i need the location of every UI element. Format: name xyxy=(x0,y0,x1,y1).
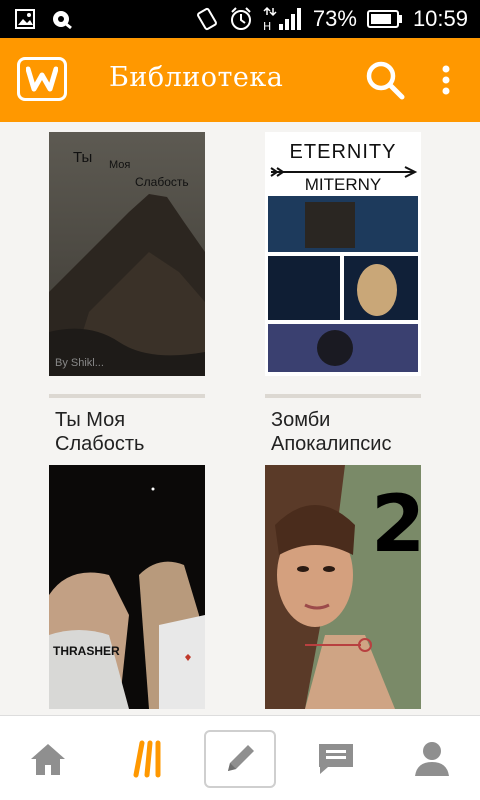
nav-messages-button[interactable] xyxy=(296,716,376,800)
cover-caption: By Shikl... xyxy=(55,357,104,369)
wattpad-logo-icon[interactable] xyxy=(17,57,67,101)
search-icon xyxy=(366,61,405,100)
app-bar: Библиотека xyxy=(0,38,480,122)
book-cover[interactable]: THRASHER xyxy=(49,465,205,709)
profile-icon xyxy=(415,741,449,776)
nav-profile-button[interactable] xyxy=(392,716,472,800)
pencil-icon xyxy=(228,745,254,771)
reading-progress xyxy=(265,394,421,398)
nav-library-button[interactable] xyxy=(106,716,186,800)
book-card[interactable]: THRASHER xyxy=(49,465,205,715)
nav-write-button[interactable] xyxy=(204,730,276,788)
nav-home-button[interactable] xyxy=(8,716,88,800)
cover-text: Моя xyxy=(109,159,130,171)
network-type-label: H xyxy=(263,20,271,32)
book-title[interactable]: Ты Моя Слабость xyxy=(55,408,215,456)
battery-icon xyxy=(366,9,403,29)
rotate-icon xyxy=(195,6,219,32)
book-card[interactable]: 2 xyxy=(265,465,421,715)
clock: 10:59 xyxy=(412,6,468,31)
cover-text: Слабость xyxy=(135,175,189,189)
reading-progress xyxy=(49,394,205,398)
chat-icon xyxy=(319,743,353,774)
library-grid: Ты Моя Слабость By Shikl... Ты Моя Слабо… xyxy=(0,122,480,715)
alarm-icon xyxy=(229,6,253,32)
search-button[interactable] xyxy=(364,59,406,101)
book-cover[interactable]: 2 xyxy=(265,465,421,709)
cover-text: Ты xyxy=(73,149,92,166)
cover-text: 2 xyxy=(371,480,421,570)
signal-icon: H xyxy=(263,6,303,32)
book-card[interactable]: ETERNITY MITERNY Зомби Апокалипсис xyxy=(265,132,421,462)
home-icon xyxy=(31,743,65,775)
status-bar: H 73% 10:59 xyxy=(0,0,480,38)
bottom-navigation xyxy=(0,715,480,800)
screenshot-icon xyxy=(14,8,36,30)
book-title[interactable]: Зомби Апокалипсис xyxy=(271,408,431,456)
cover-text: THRASHER xyxy=(53,644,120,658)
media-icon xyxy=(50,8,74,30)
overflow-menu-icon xyxy=(442,65,450,95)
cover-text: MITERNY xyxy=(305,175,382,194)
book-cover[interactable]: ETERNITY MITERNY xyxy=(265,132,421,376)
overflow-menu-button[interactable] xyxy=(436,63,456,99)
cover-text: ETERNITY xyxy=(290,141,397,163)
page-title: Библиотека xyxy=(109,62,284,93)
book-cover[interactable]: Ты Моя Слабость By Shikl... xyxy=(49,132,205,376)
battery-percent: 73% xyxy=(312,6,357,31)
book-card[interactable]: Ты Моя Слабость By Shikl... Ты Моя Слабо… xyxy=(49,132,205,462)
library-icon xyxy=(133,740,161,777)
